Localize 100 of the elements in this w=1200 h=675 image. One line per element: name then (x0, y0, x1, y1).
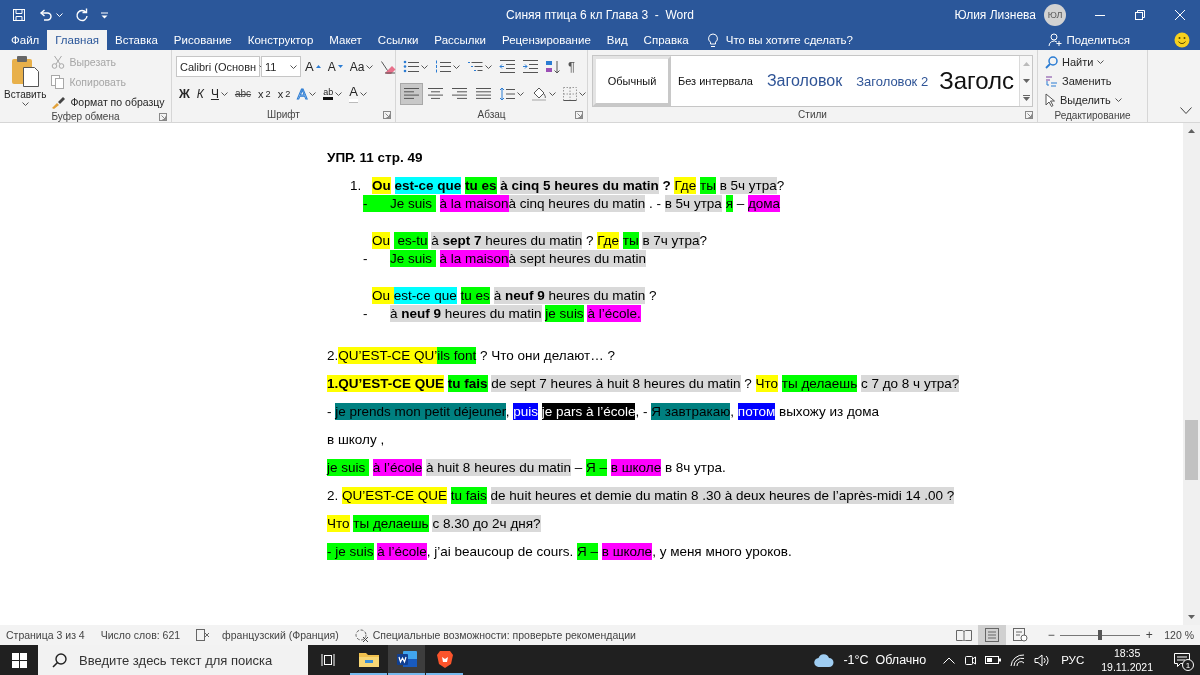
scissors-icon (51, 55, 66, 69)
task-view-icon (321, 653, 337, 667)
chevron-up-icon[interactable] (943, 656, 956, 664)
window-title: Синяя птица 6 кл Глава 3 - Word (505, 8, 695, 22)
clock[interactable]: 18:35 19.11.2021 (1101, 646, 1153, 674)
style-item[interactable]: Обычный (593, 56, 671, 106)
save-icon[interactable] (12, 8, 26, 22)
replace-button[interactable]: Заменить (1042, 72, 1125, 90)
customize-icon[interactable] (101, 11, 108, 19)
group-label: Абзац (477, 109, 506, 120)
accessibility-icon[interactable] (354, 628, 369, 642)
align-left-button[interactable] (400, 82, 423, 105)
font-name-field[interactable]: Calibri (Основн (176, 56, 260, 77)
folder-icon (358, 651, 379, 667)
page-layout-icon (985, 628, 1000, 642)
paintbrush-icon (51, 95, 67, 109)
ribbon-tab[interactable]: Рассылки (426, 30, 494, 50)
zoom-level[interactable]: 120 % (1164, 629, 1194, 641)
ribbon-tab[interactable]: Рецензирование (494, 30, 599, 50)
camera-icon[interactable] (964, 653, 977, 667)
windows-icon (11, 652, 27, 668)
notification-icon (1174, 652, 1190, 668)
print-view-button[interactable] (978, 625, 1007, 645)
zoom-slider[interactable] (1060, 630, 1141, 640)
dialog-launcher-icon[interactable] (383, 110, 391, 119)
search-field[interactable]: Введите здесь текст для поиска (38, 645, 308, 675)
shrink-font-button[interactable]: A (324, 55, 346, 78)
format-painter-button[interactable]: Формат по образцу (48, 93, 168, 111)
grow-font-button[interactable]: A (302, 55, 324, 78)
group-label: Шрифт (267, 109, 300, 120)
group-label: Буфер обмена (51, 111, 120, 122)
undo-icon[interactable] (38, 8, 53, 22)
show-marks-button[interactable]: ¶ (565, 55, 578, 78)
font-size-field[interactable]: 11 (261, 56, 301, 77)
proofing-icon[interactable] (196, 629, 211, 641)
avatar[interactable]: ЮЛ (1044, 4, 1066, 26)
notification-button[interactable]: 1 (1170, 648, 1194, 672)
taskbar-app[interactable] (388, 645, 425, 675)
lightbulb-icon (706, 32, 719, 48)
find-button[interactable]: Найти (1042, 53, 1125, 71)
ribbon-tab[interactable]: Вид (598, 30, 636, 50)
language-indicator[interactable]: французский (Франция) (222, 629, 339, 641)
ribbon-tab[interactable]: Конструктор (239, 30, 322, 50)
italic-button[interactable]: К (193, 82, 207, 105)
tell-me-field[interactable]: Что вы хотите сделать? (725, 34, 896, 46)
smiley-icon[interactable] (1174, 32, 1190, 48)
input-language[interactable]: РУС (1061, 654, 1085, 666)
highlight-button[interactable]: ab (320, 82, 346, 105)
style-item[interactable]: Заголовок 2 (849, 56, 936, 106)
search-icon (52, 653, 67, 668)
zoom-in-button[interactable]: + (1142, 628, 1157, 642)
style-item[interactable]: Заголс (935, 56, 1019, 106)
person-plus-icon (1048, 33, 1063, 47)
font-color-button[interactable]: A (346, 82, 370, 105)
redo-icon[interactable] (75, 8, 89, 22)
weather-text[interactable]: -1°C Облачно (843, 653, 927, 667)
dialog-launcher-icon[interactable] (1025, 110, 1033, 119)
borders-icon (563, 86, 577, 101)
increase-indent-icon (522, 60, 538, 73)
close-icon (1175, 10, 1185, 20)
answer-text: - Je suis à la maisonà cinq heures du matin . - в 5ч утра я – дома (363, 195, 781, 213)
ribbon-tab[interactable]: Рисование (165, 30, 240, 50)
ribbon-tab[interactable]: Вставка (107, 30, 166, 50)
strikethrough-button[interactable]: abc (231, 82, 255, 105)
question-text: Ou est-ce que tu es à cinq 5 heures du matin ? Где ты в 5ч утра? (372, 177, 785, 195)
paragraph-text: 1.QU’EST-CE QUE tu fais de sept 7 heures à huit 8 heures du matin ? Что ты делаешь с 7 до 8 ч утра? (327, 374, 960, 394)
collapse-ribbon-icon[interactable] (1180, 107, 1192, 114)
align-center-icon (427, 87, 444, 100)
book-icon (956, 629, 973, 641)
down-caret-icon (1022, 79, 1030, 83)
zoom-out-button[interactable]: − (1044, 628, 1059, 642)
notification-count: 1 (1182, 659, 1194, 671)
paragraph-text: - je prends mon petit déjeuner, puis je pars à l’école, - Я завтракаю, потом выхожу из дома (327, 402, 880, 422)
ribbon-tab[interactable]: Справка (635, 30, 697, 50)
search-icon (1045, 55, 1058, 69)
style-item[interactable]: Заголовок (759, 56, 850, 106)
accessibility-status[interactable]: Специальные возможности: проверьте рекомендации (372, 629, 636, 641)
exercise-heading: УПР. 11 стр. 49 (327, 149, 423, 167)
bold-button[interactable]: Ж (176, 82, 193, 105)
wifi-icon[interactable] (1010, 653, 1026, 667)
style-item[interactable]: Без интервала (671, 56, 760, 106)
multilevel-list-icon (467, 60, 483, 73)
change-case-button[interactable]: Aa (346, 55, 377, 78)
select-button[interactable]: Выделить (1042, 91, 1125, 109)
ribbon-tab[interactable]: Главная (47, 30, 108, 50)
vertical-scrollbar[interactable] (1183, 123, 1200, 625)
paste-button[interactable]: Вставить (4, 53, 47, 111)
dialog-launcher-icon[interactable] (575, 110, 583, 119)
battery-icon[interactable] (985, 655, 1002, 665)
ribbon-tab[interactable]: Файл (3, 30, 48, 50)
copy-icon (51, 75, 66, 89)
paragraph-text: 2. QU’EST-CE QUE tu fais de huit heures et demie du matin 8 .30 à deux heures de l’après-midi 14 .00 ? (327, 486, 955, 506)
slider-thumb[interactable] (1098, 630, 1103, 640)
volume-icon[interactable] (1034, 653, 1051, 667)
underline-button[interactable]: Ч (207, 82, 231, 105)
paragraph-text: - je suis à l’école, j’ai beaucoup de cours. Я – в школе, у меня много уроков. (327, 542, 792, 562)
ribbon-tab[interactable]: Ссылки (369, 30, 427, 50)
ribbon-tab[interactable]: Макет (321, 30, 370, 50)
share-button[interactable]: Поделиться (1048, 30, 1130, 50)
dialog-launcher-icon[interactable] (159, 112, 167, 121)
